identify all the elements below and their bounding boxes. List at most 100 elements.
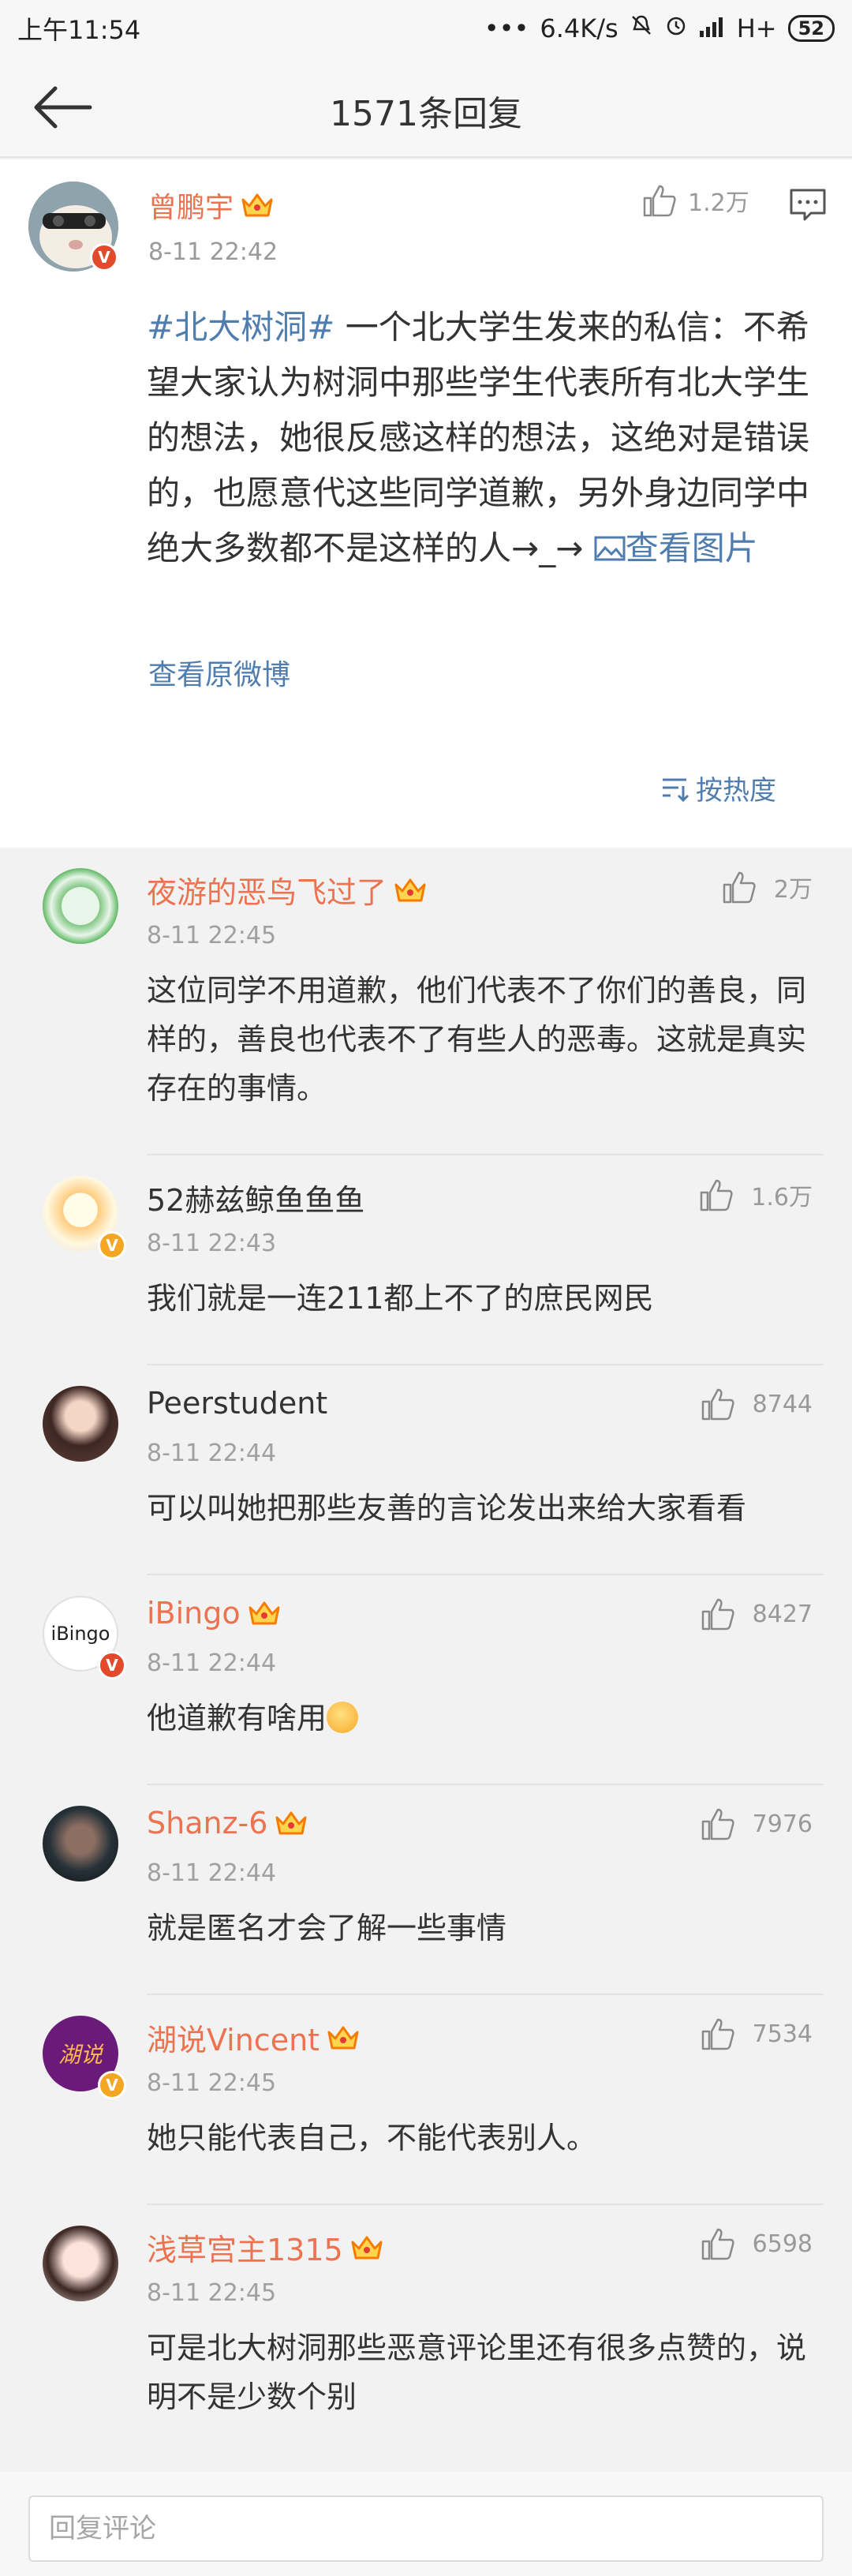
- reply-input[interactable]: [28, 2496, 824, 2562]
- comment-time: 8-11 22:44: [147, 1440, 277, 1467]
- comment-time: 8-11 22:43: [147, 1230, 277, 1257]
- thumbs-up-icon: [701, 2228, 734, 2260]
- view-image-label: 查看图片: [625, 529, 758, 567]
- battery-indicator: 52: [787, 15, 835, 42]
- comment-text: 就是匿名才会了解一些事情: [147, 1911, 507, 1945]
- commenter-name: Peerstudent: [147, 1386, 328, 1421]
- comment-text: 可是北大树洞那些恶意评论里还有很多点赞的，说明不是少数个别: [147, 2331, 807, 2414]
- thumbs-up-icon: [701, 2018, 734, 2050]
- comment-like-button[interactable]: 6598: [701, 2227, 813, 2260]
- comment-like-count: 6598: [752, 2230, 813, 2258]
- avatar-text: 湖说: [58, 2042, 103, 2068]
- vip-crown-icon: [394, 878, 426, 901]
- comment-like-button[interactable]: 8427: [701, 1597, 813, 1631]
- commenter[interactable]: 52赫兹鲸鱼鱼鱼: [147, 1176, 364, 1219]
- sort-icon: [663, 778, 689, 802]
- comment-like-button[interactable]: 7976: [701, 1807, 813, 1840]
- original-post: V 曾鹏宇 8-11 22:42 1.2万 #北大树洞# 一个北大学生发来的私信…: [0, 159, 852, 848]
- commenter[interactable]: 湖说Vincent: [147, 2016, 361, 2059]
- comment-button[interactable]: [789, 188, 827, 223]
- reply-bar: [0, 2472, 852, 2576]
- thumbs-up-icon: [723, 871, 756, 904]
- post-author[interactable]: 曾鹏宇: [148, 185, 275, 226]
- comment-item: iBingo V iBingo 8-11 22:44 8427 他道歉有啥用: [0, 1575, 852, 1785]
- commenter[interactable]: 浅草宫主1315: [147, 2226, 384, 2269]
- vip-crown-icon: [327, 2026, 359, 2049]
- commenter-name: 夜游的恶鸟飞过了: [147, 875, 387, 910]
- comment-like-button[interactable]: 8744: [701, 1387, 813, 1421]
- status-icons: ••• 6.4K/s H+ 52: [484, 13, 835, 43]
- comment-like-button[interactable]: 2万: [722, 870, 813, 904]
- page-title: 1571条回复: [330, 94, 522, 134]
- comment-item: Shanz-6 8-11 22:44 7976 就是匿名才会了解一些事情: [0, 1785, 852, 1995]
- commenter[interactable]: iBingo: [147, 1596, 282, 1631]
- status-bar: 上午11:54 ••• 6.4K/s H+ 52: [0, 0, 852, 57]
- nav-bar: 1571条回复: [0, 57, 852, 158]
- view-original-link[interactable]: 查看原微博: [148, 652, 290, 693]
- commenter[interactable]: 夜游的恶鸟飞过了: [147, 868, 428, 912]
- comment-time: 8-11 22:45: [147, 2069, 277, 2097]
- comment-like-count: 2万: [773, 876, 813, 904]
- comment-time: 8-11 22:44: [147, 1859, 277, 1887]
- network-speed: 6.4K/s: [540, 13, 618, 43]
- view-image-link[interactable]: 查看图片: [594, 529, 758, 567]
- comment-time: 8-11 22:44: [147, 1649, 277, 1677]
- mute-icon: [630, 13, 653, 43]
- commenter-avatar[interactable]: [43, 1806, 118, 1881]
- comment-like-count: 7976: [752, 1810, 813, 1838]
- verified-badge: V: [98, 1231, 126, 1260]
- thumbs-up-icon: [643, 185, 676, 217]
- hashtag-link[interactable]: #北大树洞#: [147, 308, 334, 346]
- post-like-button[interactable]: 1.2万: [642, 183, 749, 218]
- commenter-avatar[interactable]: [43, 1386, 118, 1462]
- comment-like-count: 1.6万: [751, 1184, 813, 1211]
- comment-text: 她只能代表自己，不能代表别人。: [147, 2121, 597, 2155]
- post-author-name: 曾鹏宇: [148, 192, 234, 224]
- verified-badge: V: [98, 1651, 126, 1679]
- more-dots: •••: [484, 13, 529, 43]
- post-author-avatar[interactable]: V: [28, 182, 118, 271]
- commenter-name: 湖说Vincent: [147, 2023, 320, 2057]
- comment-item: Peerstudent 8-11 22:44 8744 可以叫她把那些友善的言论…: [0, 1365, 852, 1575]
- image-icon: [594, 536, 626, 561]
- thumbs-up-icon: [701, 1179, 733, 1211]
- comment-like-count: 8744: [752, 1390, 813, 1418]
- comment-item: 湖说 V 湖说Vincent 8-11 22:45 7534 她只能代表自己，不…: [0, 1995, 852, 2205]
- thumbs-up-icon: [701, 1808, 734, 1840]
- commenter-name: iBingo: [147, 1596, 241, 1631]
- post-like-count: 1.2万: [688, 189, 749, 217]
- comment-like-count: 8427: [752, 1600, 813, 1628]
- sort-toggle[interactable]: 按热度: [660, 769, 776, 807]
- vip-crown-icon: [241, 193, 273, 217]
- thumbs-up-icon: [701, 1388, 734, 1421]
- vip-crown-icon: [275, 1811, 307, 1835]
- verified-badge: V: [98, 2071, 126, 2099]
- comment-text-body: 他道歉有啥用: [147, 1701, 327, 1735]
- thinking-emoji-icon: [327, 1702, 359, 1733]
- thumbs-up-icon: [701, 1598, 734, 1631]
- comment-item: 浅草宫主1315 8-11 22:45 6598 可是北大树洞那些恶意评论里还有…: [0, 2205, 852, 2467]
- commenter-avatar[interactable]: [43, 2226, 118, 2301]
- commenter-name: Shanz-6: [147, 1806, 268, 1840]
- comment-icon: [790, 189, 826, 221]
- commenter-avatar[interactable]: [43, 868, 118, 944]
- comment-text: 这位同学不用道歉，他们代表不了你们的善良，同样的，善良也代表不了有些人的恶毒。这…: [147, 973, 807, 1106]
- sort-label: 按热度: [696, 775, 776, 807]
- commenter-name: 浅草宫主1315: [147, 2233, 343, 2267]
- comment-time: 8-11 22:45: [147, 922, 277, 949]
- comment-like-count: 7534: [752, 2020, 813, 2048]
- commenter-name: 52赫兹鲸鱼鱼鱼: [147, 1183, 365, 1218]
- vip-crown-icon: [351, 2236, 383, 2259]
- comment-like-button[interactable]: 7534: [701, 2017, 813, 2050]
- avatar-text: iBingo: [50, 1623, 110, 1645]
- post-content: #北大树洞# 一个北大学生发来的私信：不希望大家认为树洞中那些学生代表所有北大学…: [147, 300, 825, 576]
- comment-like-button[interactable]: 1.6万: [699, 1178, 813, 1212]
- comment-text: 可以叫她把那些友善的言论发出来给大家看看: [147, 1491, 747, 1526]
- status-time: 上午11:54: [17, 15, 141, 45]
- vip-crown-icon: [248, 1601, 280, 1625]
- commenter[interactable]: Shanz-6: [147, 1806, 308, 1840]
- comment-time: 8-11 22:45: [147, 2279, 277, 2307]
- comment-text: 我们就是一连211都上不了的庶民网民: [147, 1281, 654, 1316]
- commenter[interactable]: Peerstudent: [147, 1386, 327, 1421]
- comment-item: 夜游的恶鸟飞过了 8-11 22:45 2万 这位同学不用道歉，他们代表不了你们…: [0, 848, 852, 1155]
